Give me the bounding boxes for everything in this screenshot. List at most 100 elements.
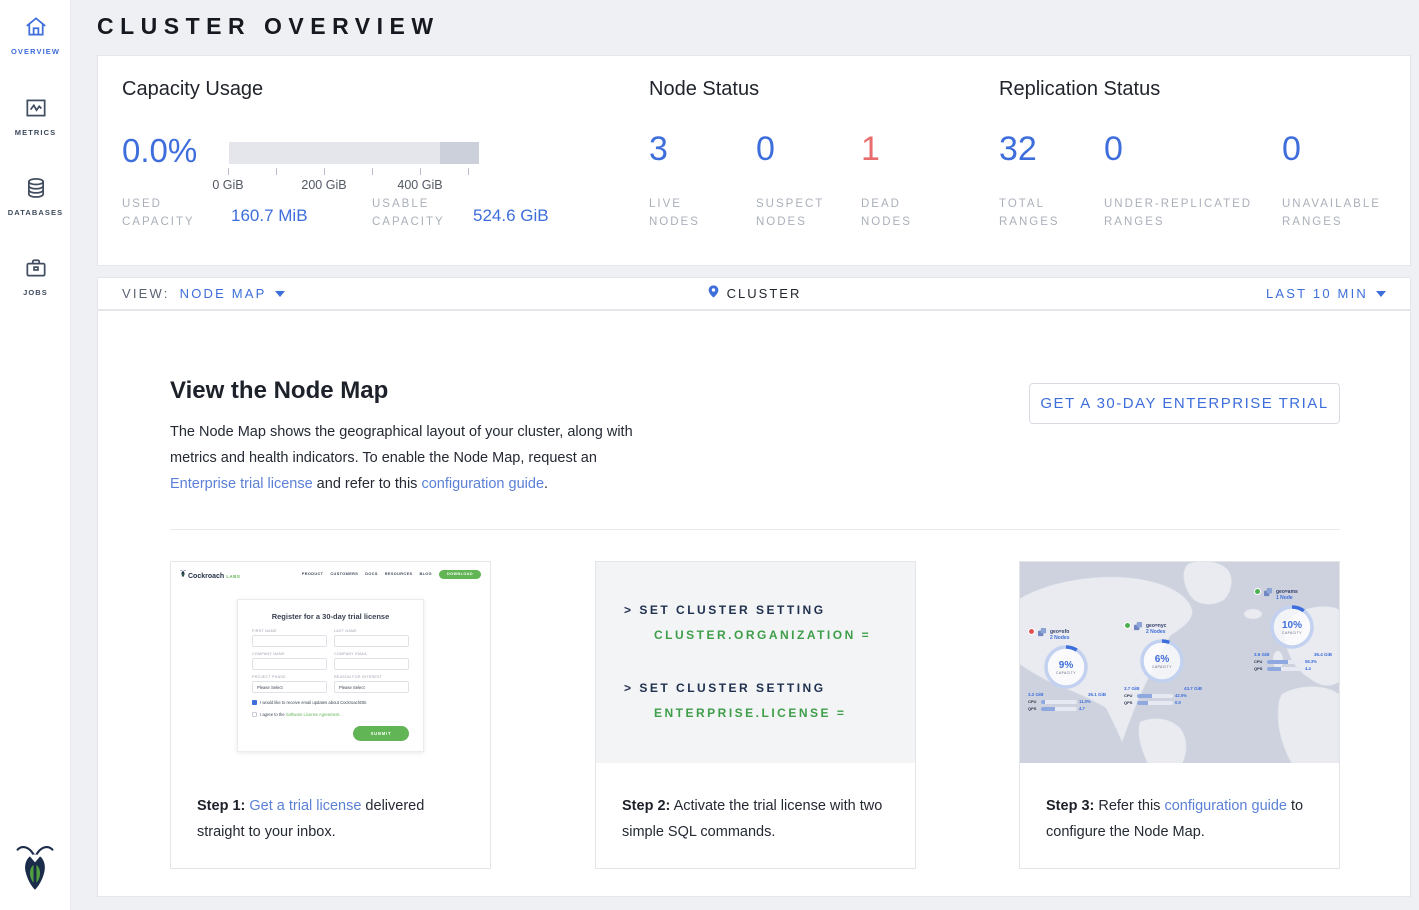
used-capacity-label: USEDCAPACITY (122, 195, 195, 231)
nodes-cube-icon (1264, 588, 1273, 597)
cluster-summary-card: Capacity Usage 0.0% 0 GiB 200 GiB 400 Gi… (97, 55, 1411, 266)
configuration-guide-link[interactable]: configuration guide (421, 476, 544, 492)
capacity-gauge: 6%CAPACITY (1138, 637, 1186, 685)
view-label: VIEW: (122, 286, 170, 301)
enterprise-trial-button[interactable]: GET A 30-DAY ENTERPRISE TRIAL (1029, 383, 1340, 424)
cluster-overview-page: OVERVIEW METRICS DATABASES (0, 0, 1419, 910)
time-range-selector[interactable]: LAST 10 MIN (1266, 286, 1386, 301)
cluster-breadcrumb[interactable]: CLUSTER (707, 283, 802, 305)
axis-tick-label: 400 GiB (390, 178, 450, 192)
under-replicated-ranges-value: 0 (1104, 130, 1123, 169)
cockroachdb-logo-icon (16, 842, 54, 897)
live-nodes-value: 3 (649, 130, 668, 169)
get-trial-license-link[interactable]: Get a trial license (249, 798, 361, 814)
metrics-chart-icon (23, 95, 49, 121)
cluster-breadcrumb-label: CLUSTER (727, 286, 802, 301)
axis-tick (468, 168, 469, 175)
briefcase-icon (23, 255, 49, 281)
mini-nav-docs: DOCS (365, 572, 378, 576)
mini-project-phase-select: Please Select (252, 681, 327, 693)
healthy-status-icon (1124, 622, 1131, 629)
mini-nav-customers: CUSTOMERS (330, 572, 358, 576)
mini-download-button: DOWNLOAD (439, 570, 481, 579)
step1-card: Cockroach LABS PRODUCT CUSTOMERS DOCS RE… (170, 561, 491, 869)
location-pin-icon (707, 283, 720, 305)
panel-intro: The Node Map shows the geographical layo… (170, 419, 635, 497)
configuration-guide-link[interactable]: configuration guide (1164, 798, 1287, 814)
capacity-gauge: 10%CAPACITY (1268, 603, 1316, 651)
nodes-cube-icon (1038, 628, 1047, 637)
axis-tick (276, 168, 277, 175)
chevron-down-icon (1376, 291, 1386, 297)
nodes-cube-icon (1134, 622, 1143, 631)
sidebar-item-overview[interactable]: OVERVIEW (0, 14, 71, 56)
under-replicated-ranges-label: UNDER-REPLICATEDRANGES (1104, 195, 1252, 231)
step1-caption: Step 1: Get a trial license delivered st… (171, 763, 490, 845)
view-selector[interactable]: NODE MAP (180, 286, 285, 301)
sidebar-item-label: JOBS (23, 288, 48, 297)
view-bar: VIEW: NODE MAP CLUSTER LAST 10 MIN (97, 277, 1411, 310)
suspect-nodes-value: 0 (756, 130, 775, 169)
mini-trial-form: Register for a 30-day trial license FIRS… (237, 599, 424, 752)
dead-nodes-label: DEADNODES (861, 195, 912, 231)
sidebar-item-label: METRICS (15, 128, 56, 137)
sidebar-item-jobs[interactable]: JOBS (0, 255, 71, 297)
mini-checkbox-updates (252, 700, 257, 705)
mini-checkbox-license (252, 712, 257, 717)
total-ranges-value: 32 (999, 130, 1037, 169)
capacity-bar-reserved-segment (440, 142, 479, 164)
locality-widget-sfo: geo=sfo 2 Nodes 9%CAPACITY 3.2 GiB35.1 G… (1028, 628, 1106, 711)
step3-card: geo=sfo 2 Nodes 9%CAPACITY 3.2 GiB35.1 G… (1019, 561, 1340, 869)
mini-first-name-input (252, 635, 327, 647)
sidebar-item-databases[interactable]: DATABASES (0, 175, 71, 217)
mini-nav-product: PRODUCT (302, 572, 324, 576)
axis-tick (228, 168, 229, 175)
axis-tick (372, 168, 373, 175)
mini-nav-blog: BLOG (419, 572, 432, 576)
unavailable-ranges-value: 0 (1282, 130, 1301, 169)
sidebar-item-label: DATABASES (8, 208, 63, 217)
axis-tick (324, 168, 325, 175)
step1-screenshot: Cockroach LABS PRODUCT CUSTOMERS DOCS RE… (171, 562, 490, 763)
usable-capacity-value: 524.6 GiB (473, 206, 549, 226)
page-title: CLUSTER OVERVIEW (97, 13, 440, 40)
axis-tick-label: 0 GiB (198, 178, 258, 192)
capacity-usage-title: Capacity Usage (122, 78, 263, 101)
enterprise-trial-license-link[interactable]: Enterprise trial license (170, 476, 313, 492)
step2-card: > SET CLUSTER SETTING CLUSTER.ORGANIZATI… (595, 561, 916, 869)
unavailable-ranges-label: UNAVAILABLERANGES (1282, 195, 1381, 231)
usable-capacity-label: USABLECAPACITY (372, 195, 445, 231)
mini-submit-button: SUBMIT (353, 726, 409, 741)
locality-widget-nyc: geo=nyc 2 Nodes 6%CAPACITY 3.7 GiB43.7 G… (1124, 622, 1202, 705)
mini-last-name-input (334, 635, 409, 647)
main-content: CLUSTER OVERVIEW Capacity Usage 0.0% 0 G… (72, 0, 1419, 910)
mini-nav-resources: RESOURCES (385, 572, 413, 576)
node-status-title: Node Status (649, 78, 759, 101)
dead-nodes-value: 1 (861, 130, 880, 169)
step3-node-map-illustration: geo=sfo 2 Nodes 9%CAPACITY 3.2 GiB35.1 G… (1020, 562, 1339, 763)
node-map-panel: View the Node Map The Node Map shows the… (97, 310, 1411, 897)
step2-caption: Step 2: Activate the trial license with … (596, 763, 915, 845)
sidebar-item-metrics[interactable]: METRICS (0, 95, 71, 137)
capacity-percent: 0.0% (122, 132, 197, 170)
replication-status-title: Replication Status (999, 78, 1160, 101)
database-icon (23, 175, 49, 201)
divider (170, 529, 1340, 530)
mini-cockroach-logo: Cockroach LABS (180, 569, 240, 580)
home-icon (23, 14, 49, 40)
used-capacity-value: 160.7 MiB (231, 206, 308, 226)
live-nodes-label: LIVENODES (649, 195, 700, 231)
mini-reason-select: Please Select (334, 681, 409, 693)
healthy-status-icon (1254, 588, 1261, 595)
step2-sql-illustration: > SET CLUSTER SETTING CLUSTER.ORGANIZATI… (596, 562, 915, 763)
step3-caption: Step 3: Refer this configuration guide t… (1020, 763, 1339, 845)
panel-heading: View the Node Map (170, 377, 388, 405)
axis-tick (420, 168, 421, 175)
capacity-gauge: 9%CAPACITY (1042, 643, 1090, 691)
total-ranges-label: TOTALRANGES (999, 195, 1060, 231)
warning-status-icon (1028, 628, 1035, 635)
sidebar: OVERVIEW METRICS DATABASES (0, 0, 71, 910)
mini-company-email-input (334, 658, 409, 670)
locality-widget-ams: geo=ams 1 Node 10%CAPACITY 3.6 GiB36.4 G… (1254, 588, 1332, 671)
suspect-nodes-label: SUSPECTNODES (756, 195, 824, 231)
